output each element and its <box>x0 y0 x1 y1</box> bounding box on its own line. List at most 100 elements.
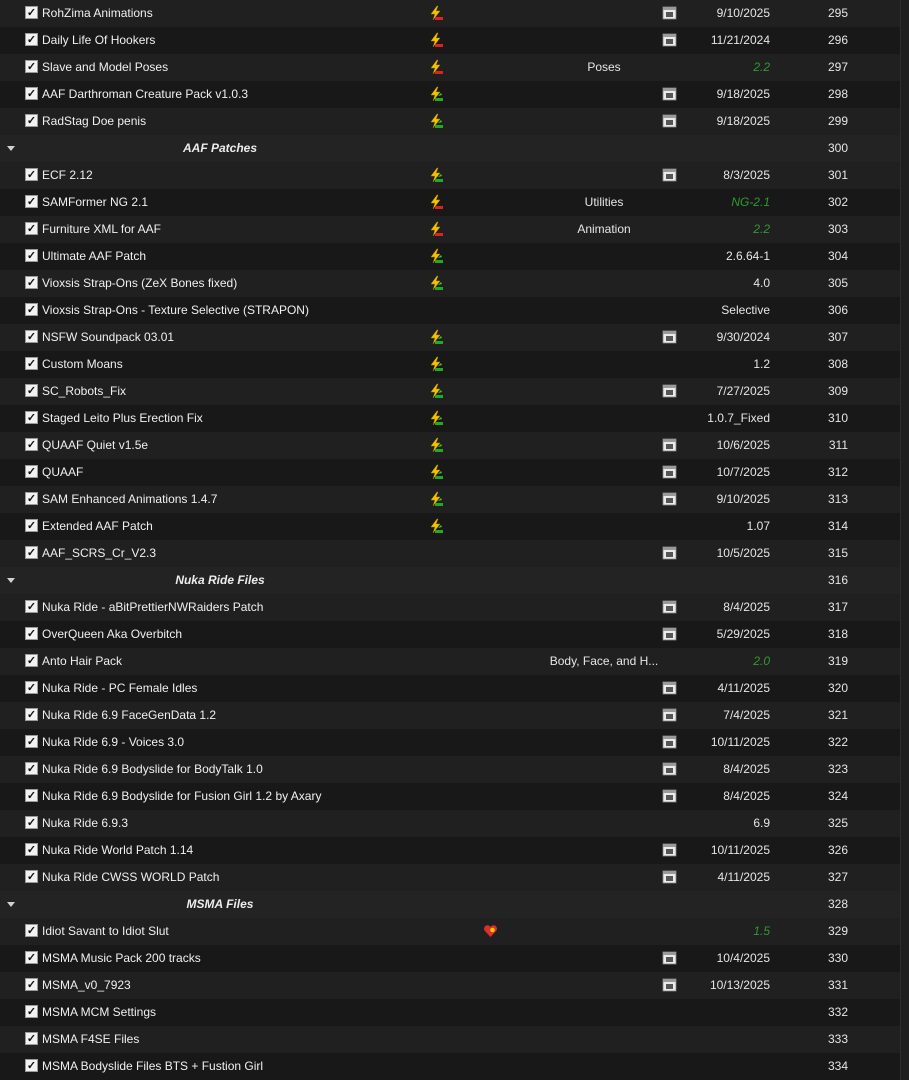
conflict-lightning-red-icon[interactable] <box>427 216 445 243</box>
mod-enabled-checkbox[interactable]: ✓ <box>25 6 38 19</box>
mod-enabled-checkbox[interactable]: ✓ <box>25 816 38 829</box>
mod-enabled-checkbox[interactable]: ✓ <box>25 114 38 127</box>
mod-row[interactable]: ✓ Extended AAF Patch 1.07 314 <box>0 513 900 540</box>
mod-row[interactable]: ✓ Idiot Savant to Idiot Slut 1.5 329 <box>0 918 900 945</box>
mod-enabled-checkbox[interactable]: ✓ <box>25 843 38 856</box>
mod-row[interactable]: ✓ Nuka Ride - PC Female Idles 4/11/2025 320 <box>0 675 900 702</box>
mod-enabled-checkbox[interactable]: ✓ <box>25 1032 38 1045</box>
mod-row[interactable]: ✓ OverQueen Aka Overbitch 5/29/2025 318 <box>0 621 900 648</box>
conflict-lightning-green-icon[interactable] <box>427 81 445 108</box>
mod-enabled-checkbox[interactable]: ✓ <box>25 978 38 991</box>
mod-enabled-checkbox[interactable]: ✓ <box>25 519 38 532</box>
mod-row[interactable]: ✓ SAMFormer NG 2.1 Utilities NG-2.1 302 <box>0 189 900 216</box>
mod-enabled-checkbox[interactable]: ✓ <box>25 465 38 478</box>
mod-row[interactable]: ✓ Staged Leito Plus Erection Fix 1.0.7_Fix… <box>0 405 900 432</box>
conflict-lightning-green-icon[interactable] <box>427 486 445 513</box>
separator-row[interactable]: AAF Patches 300 <box>0 135 900 162</box>
mod-row[interactable]: ✓ AAF Darthroman Creature Pack v1.0.3 9/18… <box>0 81 900 108</box>
conflict-lightning-red-icon[interactable] <box>427 54 445 81</box>
mod-enabled-checkbox[interactable]: ✓ <box>25 195 38 208</box>
mod-category <box>530 432 678 459</box>
mod-row[interactable]: ✓ Anto Hair Pack Body, Face, and H... 2.0 31… <box>0 648 900 675</box>
mod-enabled-checkbox[interactable]: ✓ <box>25 951 38 964</box>
mod-row[interactable]: ✓ Vioxsis Strap-Ons (ZeX Bones fixed) 4.0 3… <box>0 270 900 297</box>
mod-enabled-checkbox[interactable]: ✓ <box>25 627 38 640</box>
conflict-lightning-green-icon[interactable] <box>427 243 445 270</box>
mod-row[interactable]: ✓ RadStag Doe penis 9/18/2025 299 <box>0 108 900 135</box>
separator-row[interactable]: Nuka Ride Files 316 <box>0 567 900 594</box>
vertical-scrollbar[interactable] <box>900 0 909 1080</box>
mod-row[interactable]: ✓ MSMA Bodyslide Files BTS + Fustion Girl… <box>0 1053 900 1080</box>
conflict-lightning-green-icon[interactable] <box>427 162 445 189</box>
mod-enabled-checkbox[interactable]: ✓ <box>25 249 38 262</box>
conflict-lightning-red-icon[interactable] <box>427 0 445 27</box>
mod-row[interactable]: ✓ QUAAF 10/7/2025 312 <box>0 459 900 486</box>
mod-enabled-checkbox[interactable]: ✓ <box>25 303 38 316</box>
mod-enabled-checkbox[interactable]: ✓ <box>25 708 38 721</box>
mod-row[interactable]: ✓ Nuka Ride - aBitPrettierNWRaiders Patch… <box>0 594 900 621</box>
mod-row[interactable]: ✓ RohZima Animations 9/10/2025 295 <box>0 0 900 27</box>
mod-row[interactable]: ✓ Nuka Ride 6.9 Bodyslide for Fusion Girl… <box>0 783 900 810</box>
separator-row[interactable]: MSMA Files 328 <box>0 891 900 918</box>
mod-enabled-checkbox[interactable]: ✓ <box>25 384 38 397</box>
mod-enabled-checkbox[interactable]: ✓ <box>25 600 38 613</box>
mod-name: SAMFormer NG 2.1 <box>42 195 149 209</box>
mod-enabled-checkbox[interactable]: ✓ <box>25 222 38 235</box>
mod-list[interactable]: ✓ RohZima Animations 9/10/2025 295 ✓ Daily Li… <box>0 0 900 1080</box>
mod-enabled-checkbox[interactable]: ✓ <box>25 87 38 100</box>
mod-row[interactable]: ✓ AAF_SCRS_Cr_V2.3 10/5/2025 315 <box>0 540 900 567</box>
conflict-lightning-green-icon[interactable] <box>427 378 445 405</box>
mod-row[interactable]: ✓ Nuka Ride 6.9 FaceGenData 1.2 7/4/2025 32… <box>0 702 900 729</box>
mod-enabled-checkbox[interactable]: ✓ <box>25 735 38 748</box>
mod-enabled-checkbox[interactable]: ✓ <box>25 762 38 775</box>
mod-enabled-checkbox[interactable]: ✓ <box>25 1005 38 1018</box>
mod-enabled-checkbox[interactable]: ✓ <box>25 411 38 424</box>
conflict-lightning-green-icon[interactable] <box>427 108 445 135</box>
conflict-lightning-green-icon[interactable] <box>427 270 445 297</box>
mod-row[interactable]: ✓ Nuka Ride 6.9 Bodyslide for BodyTalk 1.… <box>0 756 900 783</box>
mod-row[interactable]: ✓ Nuka Ride CWSS WORLD Patch 4/11/2025 327 <box>0 864 900 891</box>
mod-enabled-checkbox[interactable]: ✓ <box>25 60 38 73</box>
mod-enabled-checkbox[interactable]: ✓ <box>25 33 38 46</box>
mod-row[interactable]: ✓ MSMA MCM Settings 332 <box>0 999 900 1026</box>
mod-row[interactable]: ✓ MSMA F4SE Files 333 <box>0 1026 900 1053</box>
mod-row[interactable]: ✓ Ultimate AAF Patch 2.6.64-1 304 <box>0 243 900 270</box>
conflict-lightning-green-icon[interactable] <box>427 324 445 351</box>
mod-row[interactable]: ✓ Custom Moans 1.2 308 <box>0 351 900 378</box>
conflict-lightning-green-icon[interactable] <box>427 432 445 459</box>
conflict-lightning-red-icon[interactable] <box>427 189 445 216</box>
conflict-lightning-green-icon[interactable] <box>427 405 445 432</box>
mod-row[interactable]: ✓ SC_Robots_Fix 7/27/2025 309 <box>0 378 900 405</box>
mod-row[interactable]: ✓ Daily Life Of Hookers 11/21/2024 296 <box>0 27 900 54</box>
mod-enabled-checkbox[interactable]: ✓ <box>25 546 38 559</box>
mod-enabled-checkbox[interactable]: ✓ <box>25 357 38 370</box>
mod-row[interactable]: ✓ QUAAF Quiet v1.5e 10/6/2025 311 <box>0 432 900 459</box>
mod-row[interactable]: ✓ Slave and Model Poses Poses 2.2 297 <box>0 54 900 81</box>
mod-enabled-checkbox[interactable]: ✓ <box>25 330 38 343</box>
mod-row[interactable]: ✓ ECF 2.12 8/3/2025 301 <box>0 162 900 189</box>
mod-enabled-checkbox[interactable]: ✓ <box>25 654 38 667</box>
conflict-lightning-red-icon[interactable] <box>427 27 445 54</box>
mod-enabled-checkbox[interactable]: ✓ <box>25 681 38 694</box>
mod-row[interactable]: ✓ Nuka Ride 6.9.3 6.9 325 <box>0 810 900 837</box>
mod-row[interactable]: ✓ NSFW Soundpack 03.01 9/30/2024 307 <box>0 324 900 351</box>
mod-row[interactable]: ✓ Nuka Ride 6.9 - Voices 3.0 10/11/2025 322 <box>0 729 900 756</box>
mod-row[interactable]: ✓ Furniture XML for AAF Animation 2.2 303 <box>0 216 900 243</box>
mod-enabled-checkbox[interactable]: ✓ <box>25 276 38 289</box>
mod-row[interactable]: ✓ MSMA Music Pack 200 tracks 10/4/2025 330 <box>0 945 900 972</box>
mod-row[interactable]: ✓ SAM Enhanced Animations 1.4.7 9/10/2025 3… <box>0 486 900 513</box>
mod-enabled-checkbox[interactable]: ✓ <box>25 789 38 802</box>
mod-row[interactable]: ✓ Nuka Ride World Patch 1.14 10/11/2025 326 <box>0 837 900 864</box>
mod-enabled-checkbox[interactable]: ✓ <box>25 924 38 937</box>
mod-enabled-checkbox[interactable]: ✓ <box>25 492 38 505</box>
mod-enabled-checkbox[interactable]: ✓ <box>25 1059 38 1072</box>
conflict-lightning-green-icon[interactable] <box>427 459 445 486</box>
mod-row[interactable]: ✓ MSMA_v0_7923 10/13/2025 331 <box>0 972 900 999</box>
conflict-lightning-green-icon[interactable] <box>427 351 445 378</box>
endorse-heart-icon[interactable] <box>482 918 500 945</box>
mod-enabled-checkbox[interactable]: ✓ <box>25 168 38 181</box>
mod-enabled-checkbox[interactable]: ✓ <box>25 438 38 451</box>
conflict-lightning-green-icon[interactable] <box>427 513 445 540</box>
mod-enabled-checkbox[interactable]: ✓ <box>25 870 38 883</box>
mod-row[interactable]: ✓ Vioxsis Strap-Ons - Texture Selective (… <box>0 297 900 324</box>
